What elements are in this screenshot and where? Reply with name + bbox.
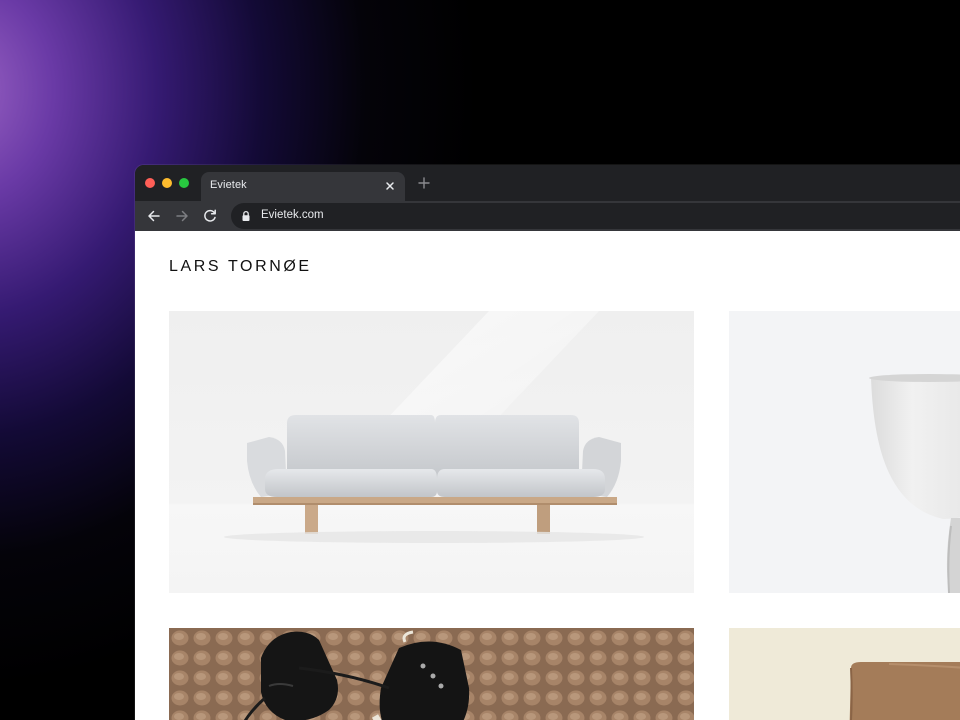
address-bar[interactable]: Evietek.com xyxy=(231,203,960,229)
browser-toolbar: Evietek.com xyxy=(135,201,960,231)
sofa-product-image[interactable] xyxy=(169,311,694,593)
vase-product-image[interactable] xyxy=(729,311,960,593)
back-arrow-icon[interactable] xyxy=(146,208,162,224)
sofa-photo-icon xyxy=(169,311,694,593)
tab-bar: Evietek xyxy=(135,165,960,201)
lock-icon xyxy=(242,210,250,221)
site-logo[interactable]: LARS TORNØE xyxy=(169,258,312,276)
leather-chair-product-image[interactable] xyxy=(729,628,960,720)
leather-photo-icon xyxy=(729,628,960,720)
forward-arrow-icon[interactable] xyxy=(174,208,190,224)
new-tab-icon[interactable] xyxy=(417,176,431,190)
url-text: Evietek.com xyxy=(261,209,324,221)
close-tab-icon[interactable] xyxy=(384,180,396,192)
tab-title: Evietek xyxy=(210,179,247,191)
sneakers-product-image[interactable] xyxy=(169,628,694,720)
maximize-window-button[interactable] xyxy=(179,178,189,188)
minimize-window-button[interactable] xyxy=(162,178,172,188)
web-page: LARS TORNØE xyxy=(135,231,960,720)
vase-photo-icon xyxy=(729,311,960,593)
tab-active[interactable]: Evietek xyxy=(201,172,405,201)
reload-icon[interactable] xyxy=(202,208,218,224)
sneakers-photo-icon xyxy=(169,628,694,720)
close-window-button[interactable] xyxy=(145,178,155,188)
browser-window: Evietek Evietek.com LARS TORNØE xyxy=(135,165,960,720)
